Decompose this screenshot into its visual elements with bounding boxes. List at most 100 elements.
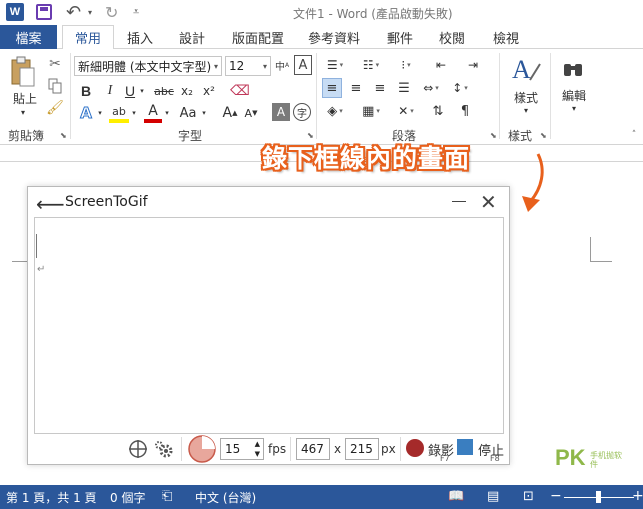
character-border-icon[interactable]: A bbox=[294, 55, 312, 75]
stop-icon[interactable] bbox=[457, 439, 473, 455]
text-effects-dropdown-icon[interactable]: ▾ bbox=[95, 103, 105, 123]
multilevel-list-icon[interactable]: ⁝ ▾ bbox=[393, 55, 419, 75]
word-logo-icon[interactable]: W bbox=[6, 3, 24, 21]
cut-icon[interactable]: ✂ bbox=[46, 55, 64, 73]
minimize-icon[interactable] bbox=[452, 201, 466, 202]
tab-home[interactable]: 常用 bbox=[62, 25, 114, 50]
copy-icon[interactable] bbox=[46, 77, 64, 95]
tab-layout[interactable]: 版面配置 bbox=[226, 25, 290, 49]
title-bar: W ↶ ▾ ↻ ⩡ 文件1 - Word (產品啟動失敗) bbox=[0, 0, 643, 25]
back-arrow-icon[interactable]: ⟵ bbox=[36, 192, 65, 216]
subscript-button[interactable]: x₂ bbox=[178, 81, 196, 101]
tab-review[interactable]: 校閱 bbox=[430, 25, 474, 49]
fps-spinner-icon[interactable]: ▲ ▼ bbox=[255, 439, 260, 459]
asian-layout-icon[interactable]: ✕ ▾ bbox=[393, 101, 419, 121]
clear-formatting-icon[interactable]: ⌫ bbox=[230, 81, 250, 101]
align-right-button[interactable]: ≡ bbox=[370, 78, 390, 98]
italic-button[interactable]: I bbox=[101, 81, 119, 101]
strikethrough-button[interactable]: abc bbox=[153, 81, 175, 101]
language-indicator[interactable]: 中文 (台灣) bbox=[195, 489, 256, 506]
editing-button[interactable]: 編輯 bbox=[556, 87, 592, 103]
zoom-slider-thumb[interactable] bbox=[596, 491, 601, 503]
borders-icon[interactable]: ▦ ▾ bbox=[358, 101, 384, 121]
underline-dropdown-icon[interactable]: ▾ bbox=[137, 81, 147, 101]
phonetic-guide-icon[interactable]: 中A bbox=[273, 55, 291, 75]
quick-access-customize-icon[interactable]: ⩡ bbox=[133, 3, 139, 21]
binoculars-icon[interactable] bbox=[561, 57, 585, 81]
group-separator bbox=[550, 53, 551, 139]
tab-mailings[interactable]: 郵件 bbox=[378, 25, 422, 49]
editing-dropdown-icon[interactable]: ▾ bbox=[568, 103, 580, 113]
change-case-dropdown-icon[interactable]: ▾ bbox=[199, 103, 209, 123]
print-layout-icon[interactable]: ▤ bbox=[487, 489, 499, 504]
paragraph-launcher-icon[interactable]: ⬊ bbox=[490, 131, 497, 140]
sort-icon[interactable]: ⇅ bbox=[428, 101, 448, 121]
superscript-button[interactable]: x² bbox=[200, 81, 218, 101]
grow-font-button[interactable]: A ▲ bbox=[221, 103, 239, 123]
tab-file[interactable]: 檔案 bbox=[0, 25, 57, 49]
line-spacing-icon[interactable]: ↕ ▾ bbox=[447, 78, 473, 98]
justify-button[interactable]: ☰ bbox=[394, 78, 414, 98]
proofing-icon[interactable]: ⎗ bbox=[162, 489, 172, 504]
save-icon[interactable] bbox=[36, 4, 52, 20]
font-size-combo[interactable]: 12 ▾ bbox=[225, 56, 271, 76]
decrease-indent-icon[interactable]: ⇤ bbox=[428, 55, 454, 75]
collapse-ribbon-icon[interactable]: ˄ bbox=[628, 129, 640, 141]
align-left-button[interactable]: ≡ bbox=[322, 78, 342, 98]
close-icon[interactable]: ✕ bbox=[480, 190, 497, 214]
toolbar-separator bbox=[400, 437, 401, 461]
highlight-dropdown-icon[interactable]: ▾ bbox=[129, 103, 139, 123]
font-color-dropdown-icon[interactable]: ▾ bbox=[162, 103, 172, 123]
bullets-icon[interactable]: ☰ ▾ bbox=[322, 55, 348, 75]
paste-button[interactable]: 貼上 bbox=[9, 90, 41, 106]
tab-references[interactable]: 參考資料 bbox=[302, 25, 366, 49]
styles-launcher-icon[interactable]: ⬊ bbox=[540, 131, 547, 140]
paste-icon[interactable] bbox=[8, 55, 38, 89]
font-color-button[interactable]: A bbox=[144, 103, 162, 123]
page-count[interactable]: 第 1 頁，共 1 頁 bbox=[6, 489, 97, 506]
format-painter-icon[interactable]: 🖌 bbox=[46, 99, 64, 117]
read-mode-icon[interactable]: 📖 bbox=[448, 489, 464, 504]
frame-rate-dial-icon[interactable] bbox=[188, 435, 216, 463]
zoom-out-icon[interactable]: − bbox=[550, 488, 562, 504]
styles-dropdown-icon[interactable]: ▾ bbox=[520, 105, 532, 115]
align-center-button[interactable]: ≡ bbox=[346, 78, 366, 98]
text-effects-button[interactable]: A bbox=[77, 103, 95, 123]
zoom-in-icon[interactable]: + bbox=[632, 488, 643, 504]
watermark-text: 手机抛软件 bbox=[590, 451, 622, 469]
highlight-button[interactable]: ab bbox=[109, 103, 129, 123]
crosshair-icon[interactable] bbox=[128, 439, 148, 459]
font-name-combo[interactable]: 新細明體 (本文中文字型) ▾ bbox=[74, 56, 222, 76]
width-input[interactable]: 467 bbox=[296, 438, 330, 460]
word-count[interactable]: 0 個字 bbox=[110, 489, 145, 506]
toolbar-separator bbox=[290, 437, 291, 461]
styles-button[interactable]: 樣式 bbox=[508, 89, 544, 105]
record-icon[interactable] bbox=[406, 439, 424, 457]
bold-button[interactable]: B bbox=[77, 81, 95, 101]
web-layout-icon[interactable]: ⊡ bbox=[523, 489, 534, 504]
annotation-arrow-icon bbox=[522, 153, 544, 212]
fps-input[interactable]: 15 ▲ ▼ bbox=[220, 438, 264, 460]
clipboard-launcher-icon[interactable]: ⬊ bbox=[60, 131, 67, 140]
increase-indent-icon[interactable]: ⇥ bbox=[460, 55, 486, 75]
text-direction-icon[interactable]: ⇔ ▾ bbox=[418, 78, 444, 98]
change-case-button[interactable]: Aa bbox=[177, 103, 199, 123]
numbering-icon[interactable]: ☷ ▾ bbox=[358, 55, 384, 75]
tab-view[interactable]: 檢視 bbox=[484, 25, 528, 49]
shrink-font-button[interactable]: A ▼ bbox=[242, 103, 260, 123]
tab-design[interactable]: 設計 bbox=[170, 25, 214, 49]
paste-dropdown-icon[interactable]: ▾ bbox=[16, 107, 30, 117]
tab-insert[interactable]: 插入 bbox=[118, 25, 162, 49]
settings-gear-icon[interactable] bbox=[154, 439, 174, 459]
character-shading-icon[interactable]: A bbox=[272, 103, 290, 121]
show-marks-icon[interactable]: ¶ bbox=[455, 101, 475, 121]
undo-dropdown-icon[interactable]: ▾ bbox=[88, 3, 92, 21]
shading-icon[interactable]: ◈ ▾ bbox=[322, 101, 348, 121]
styles-icon[interactable]: A bbox=[510, 53, 542, 87]
underline-button[interactable]: U bbox=[123, 81, 137, 101]
redo-icon[interactable]: ↻ bbox=[105, 3, 118, 22]
undo-icon[interactable]: ↶ bbox=[66, 2, 81, 23]
height-input[interactable]: 215 bbox=[345, 438, 379, 460]
capture-area[interactable]: ↵ bbox=[34, 217, 504, 434]
enclose-characters-icon[interactable]: 字 bbox=[293, 103, 311, 121]
